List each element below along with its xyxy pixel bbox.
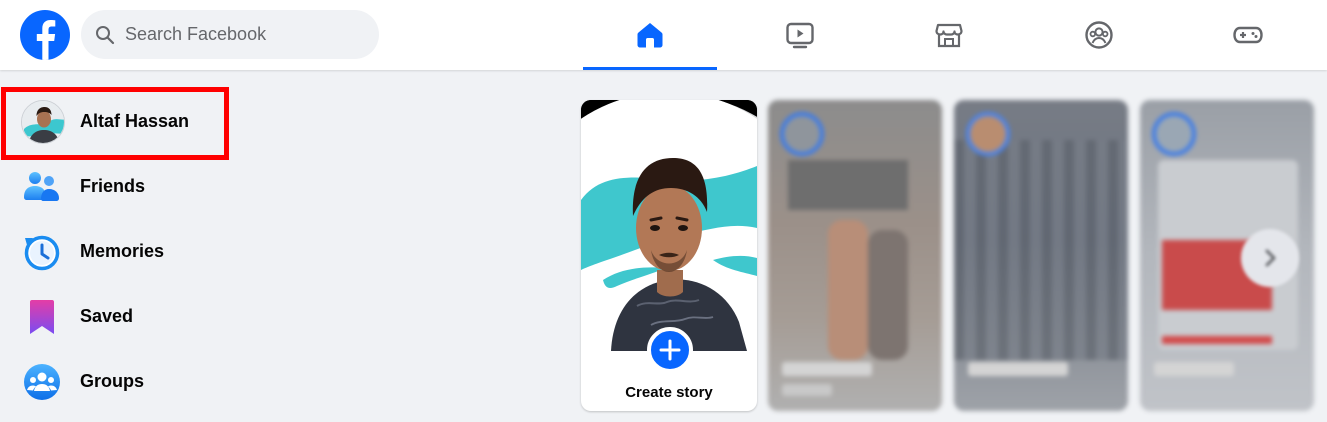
- tab-marketplace[interactable]: [882, 0, 1016, 70]
- search-input[interactable]: [125, 10, 365, 59]
- chevron-right-icon: [1265, 249, 1276, 267]
- avatar[interactable]: [21, 100, 65, 144]
- sidebar-item-saved[interactable]: Saved: [8, 287, 228, 347]
- create-story-label: Create story: [625, 384, 713, 401]
- tab-home[interactable]: [583, 0, 717, 70]
- plus-icon[interactable]: [647, 327, 693, 373]
- sidebar-item-label: Groups: [80, 371, 145, 391]
- friends-icon: [24, 172, 59, 201]
- search-box[interactable]: [81, 10, 379, 59]
- groups-icon: [1085, 21, 1113, 49]
- story-card[interactable]: [768, 100, 942, 411]
- story-card[interactable]: [954, 100, 1128, 411]
- home-icon: [637, 23, 663, 48]
- tab-gaming[interactable]: [1181, 0, 1315, 70]
- sidebar-item-memories[interactable]: Memories: [8, 222, 228, 282]
- tab-video[interactable]: [733, 0, 867, 70]
- tab-groups[interactable]: [1032, 0, 1166, 70]
- gaming-icon: [1233, 26, 1263, 44]
- stories-next-button[interactable]: [1241, 229, 1299, 287]
- search-icon: [96, 26, 115, 45]
- sidebar-item-label: Friends: [80, 176, 146, 196]
- saved-icon: [30, 300, 54, 334]
- sidebar-item-label: Saved: [80, 306, 134, 326]
- memories-icon: [24, 235, 60, 271]
- top-navigation-bar: [0, 0, 1327, 70]
- video-icon: [786, 22, 814, 49]
- create-story-card[interactable]: Create story: [581, 100, 757, 411]
- sidebar-item-label: Memories: [80, 241, 165, 261]
- sidebar-item-label: Altaf Hassan: [80, 111, 190, 131]
- groups-icon: [24, 364, 60, 400]
- sidebar-item-friends[interactable]: Friends: [8, 157, 228, 217]
- profile-story-photo: [581, 100, 757, 351]
- facebook-logo-icon[interactable]: [20, 10, 70, 60]
- sidebar-item-groups[interactable]: Groups: [8, 352, 228, 412]
- marketplace-icon: [935, 23, 963, 48]
